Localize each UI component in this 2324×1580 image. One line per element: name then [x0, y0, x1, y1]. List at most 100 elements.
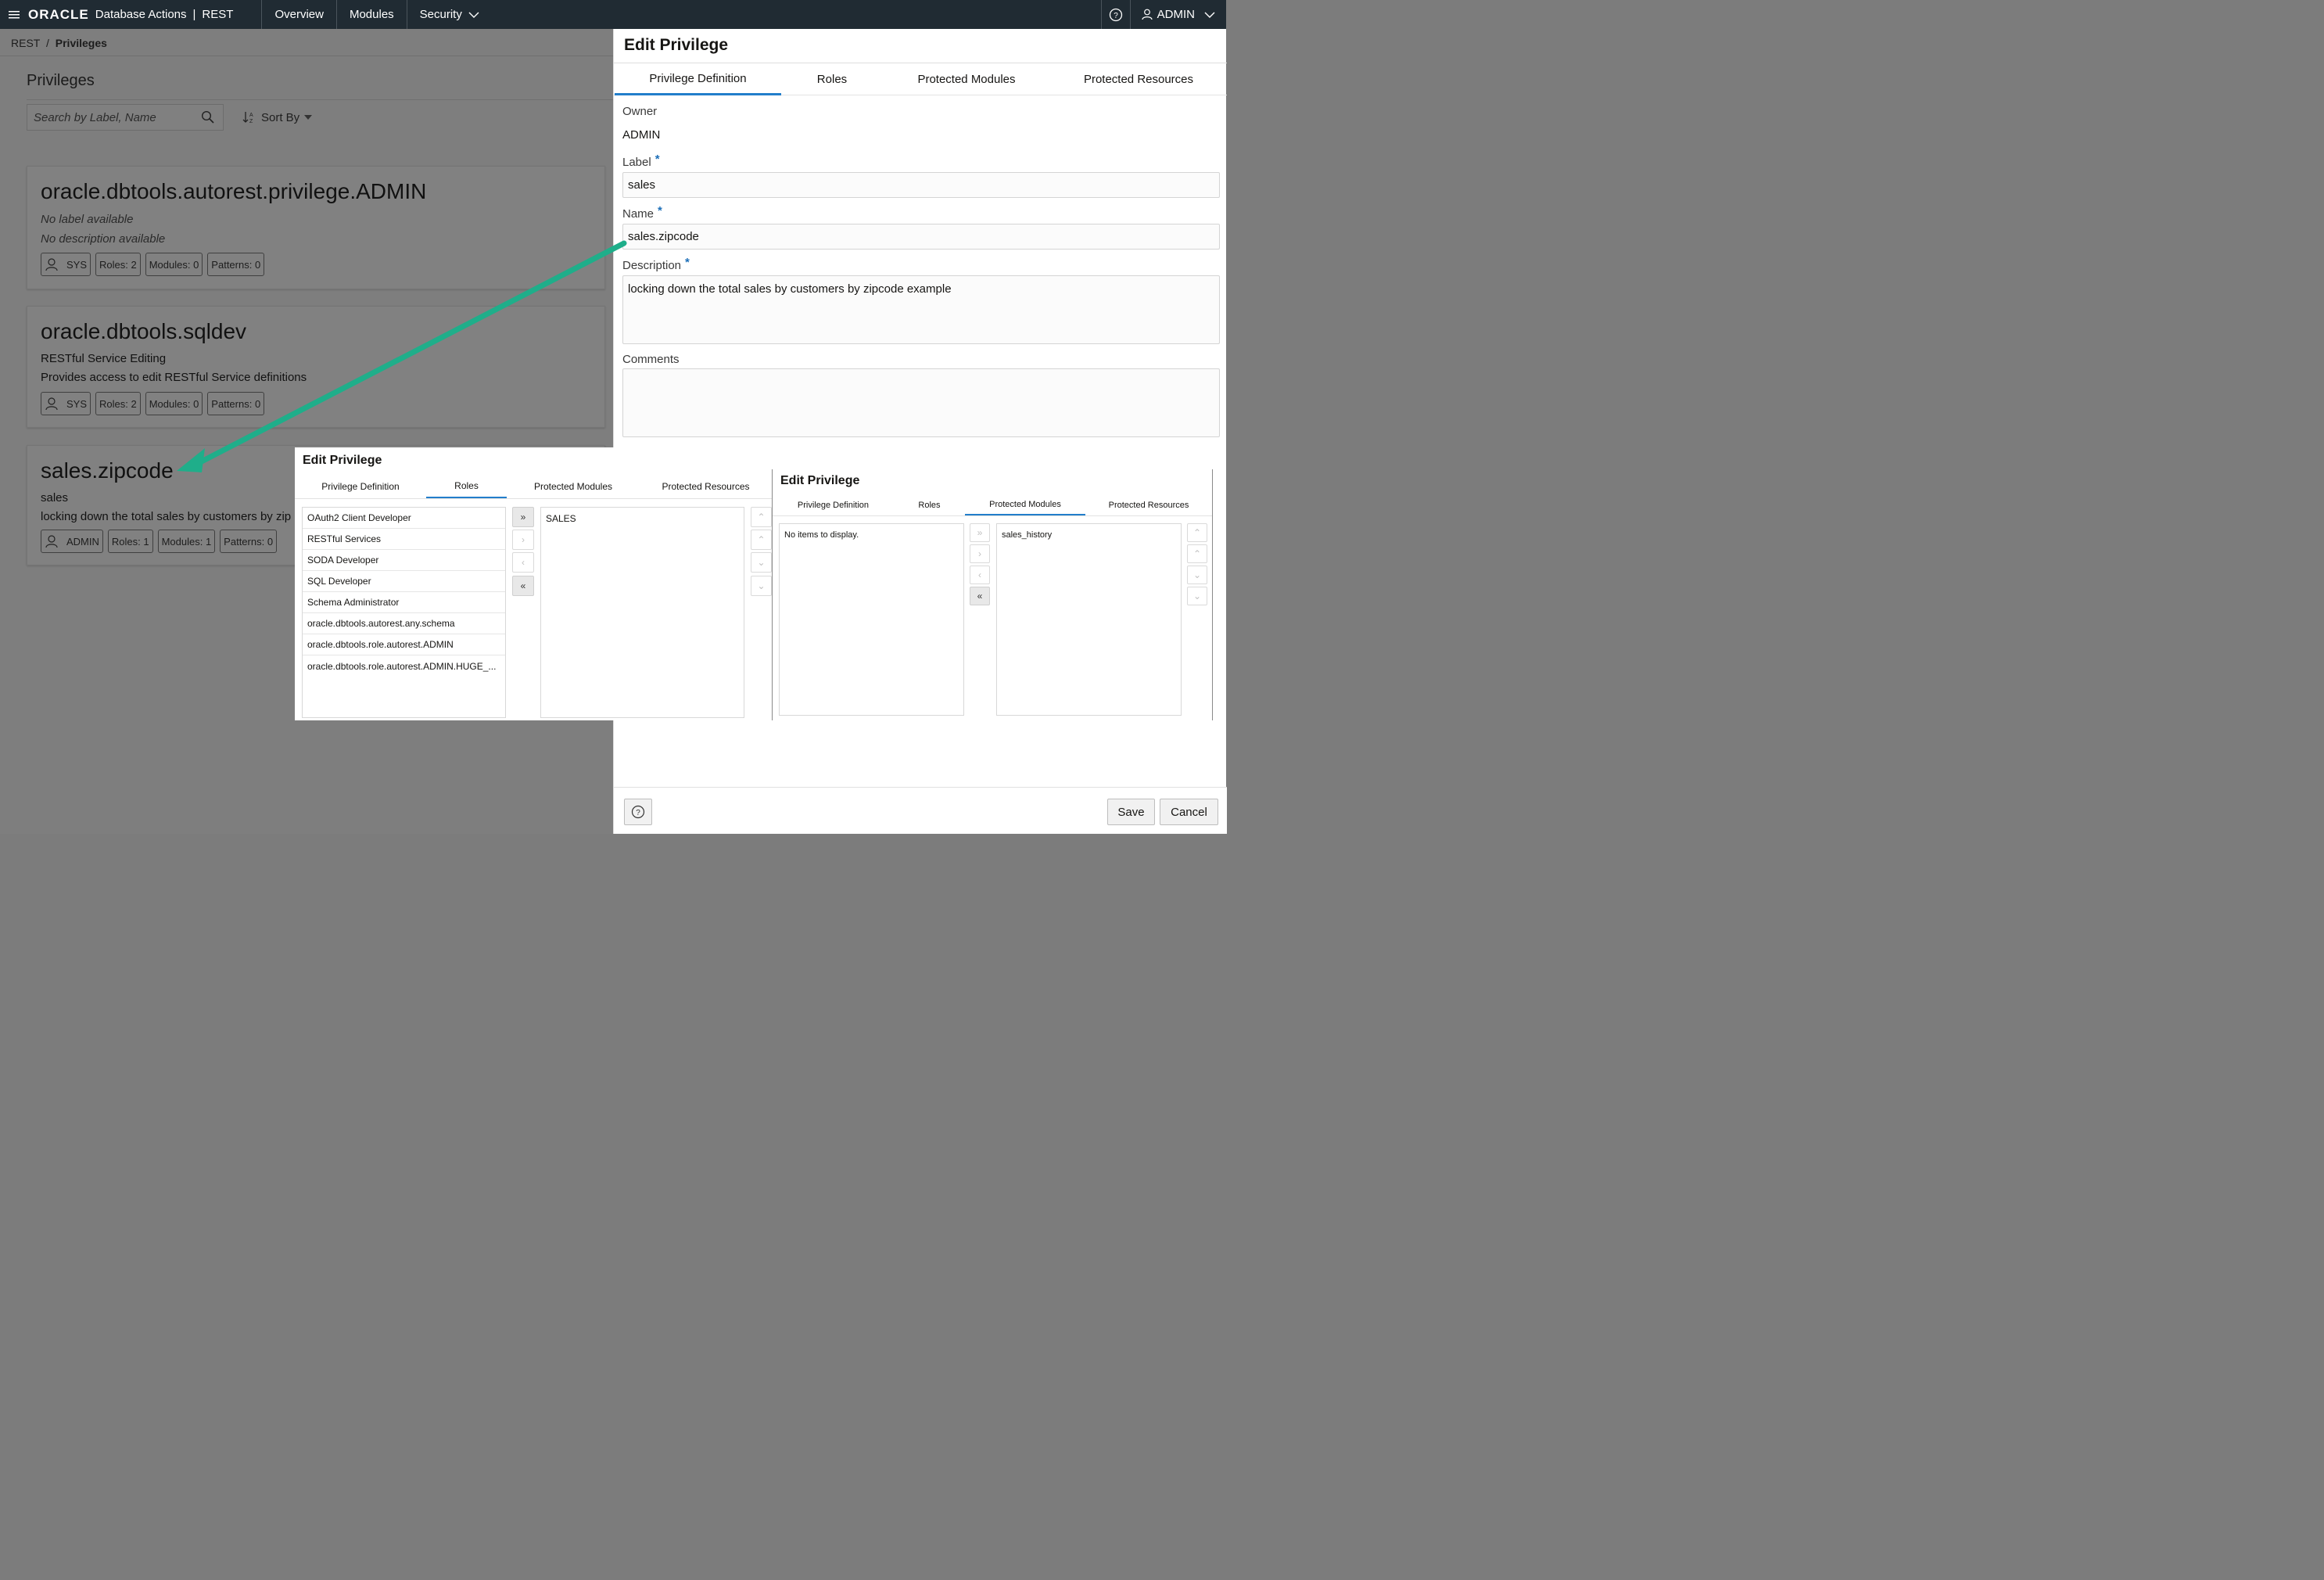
- caret-down-icon: [304, 114, 313, 120]
- move-down-button[interactable]: ⌄: [1186, 565, 1207, 584]
- nav-security[interactable]: Security: [406, 0, 492, 29]
- comments-textarea[interactable]: [622, 368, 1220, 437]
- breadcrumb-root[interactable]: REST: [11, 37, 40, 49]
- modules-dialog-screenshot: Edit Privilege Privilege Definition Role…: [771, 469, 1213, 720]
- tab-protected-modules[interactable]: Protected Modules: [883, 63, 1050, 95]
- user-name: ADMIN: [1157, 7, 1195, 21]
- list-item[interactable]: SQL Developer: [302, 571, 505, 592]
- comments-field-label: Comments: [622, 352, 680, 366]
- user-icon: [45, 535, 58, 548]
- move-all-right-button[interactable]: »: [511, 506, 534, 527]
- owner-chip: SYS: [40, 391, 91, 415]
- brand[interactable]: ORACLE Database Actions | REST: [28, 0, 261, 29]
- chevron-down-icon: [1204, 12, 1215, 18]
- selected-modules-list[interactable]: sales_history: [995, 522, 1182, 716]
- hamburger-menu-icon[interactable]: [0, 0, 28, 29]
- card-chips: ADMIN Roles: 1 Modules: 1 Patterns: 0: [40, 529, 278, 553]
- svg-text:A: A: [249, 113, 253, 118]
- label-input[interactable]: sales: [622, 171, 1220, 198]
- privilege-card[interactable]: oracle.dbtools.sqldev RESTful Service Ed…: [26, 305, 605, 428]
- move-up-button[interactable]: ⌃: [750, 529, 772, 550]
- chevron-down-icon: [468, 12, 479, 18]
- list-item[interactable]: OAuth2 Client Developer: [302, 508, 505, 529]
- list-item[interactable]: sales_history: [997, 524, 1181, 545]
- card-label: No label available: [40, 212, 134, 226]
- nav-modules[interactable]: Modules: [335, 0, 407, 29]
- move-right-button[interactable]: ›: [511, 529, 534, 550]
- tab-protected-modules[interactable]: Protected Modules: [507, 474, 640, 498]
- app-name: Database Actions: [95, 7, 187, 21]
- owner-chip: ADMIN: [40, 529, 103, 553]
- divider: [26, 99, 613, 100]
- card-description: No description available: [40, 232, 166, 246]
- label-field-label: Label *: [622, 152, 660, 169]
- move-all-left-button[interactable]: «: [511, 575, 534, 596]
- help-button[interactable]: ?: [623, 798, 652, 825]
- tab-roles[interactable]: Roles: [425, 474, 507, 498]
- list-item[interactable]: RESTful Services: [302, 529, 505, 550]
- list-item[interactable]: oracle.dbtools.autorest.any.schema: [302, 613, 505, 634]
- available-roles-list[interactable]: OAuth2 Client Developer RESTful Services…: [301, 506, 506, 718]
- move-left-button[interactable]: ‹: [511, 551, 534, 573]
- list-item[interactable]: oracle.dbtools.role.autorest.ADMIN.HUGE_…: [303, 655, 505, 677]
- list-item[interactable]: SALES: [541, 508, 744, 529]
- card-title[interactable]: oracle.dbtools.sqldev: [41, 319, 246, 344]
- owner-chip: SYS: [40, 252, 91, 276]
- card-label: sales: [40, 490, 69, 505]
- user-menu-button[interactable]: ADMIN: [1131, 0, 1226, 29]
- empty-message: No items to display.: [784, 530, 859, 540]
- tab-protected-modules[interactable]: Protected Modules: [964, 494, 1085, 515]
- move-right-button[interactable]: ›: [969, 544, 990, 563]
- list-item[interactable]: Schema Administrator: [302, 592, 505, 613]
- move-bottom-button[interactable]: ⌄: [1186, 586, 1207, 605]
- tab-roles[interactable]: Roles: [894, 494, 965, 515]
- patterns-chip: Patterns: 0: [220, 529, 278, 553]
- svg-text:?: ?: [1114, 11, 1118, 20]
- list-item[interactable]: oracle.dbtools.role.autorest.ADMIN: [302, 634, 505, 655]
- sort-by-button[interactable]: AZ Sort By: [242, 110, 313, 124]
- roles-chip: Roles: 1: [107, 529, 153, 553]
- owner-value: ADMIN: [622, 127, 661, 142]
- card-title[interactable]: oracle.dbtools.autorest.privilege.ADMIN: [41, 179, 426, 204]
- move-top-button[interactable]: ⌃: [750, 506, 772, 527]
- svg-text:?: ?: [636, 809, 640, 817]
- nav-overview[interactable]: Overview: [261, 0, 336, 29]
- move-top-button[interactable]: ⌃: [1186, 522, 1207, 542]
- tab-privilege-definition[interactable]: Privilege Definition: [614, 63, 781, 95]
- cancel-button[interactable]: Cancel: [1159, 798, 1218, 825]
- help-button[interactable]: ?: [1100, 0, 1131, 29]
- tab-privilege-definition[interactable]: Privilege Definition: [295, 474, 426, 498]
- roles-dialog-screenshot: Edit Privilege Privilege Definition Role…: [294, 447, 772, 720]
- selected-roles-list[interactable]: SALES: [540, 506, 744, 718]
- move-left-button[interactable]: ‹: [969, 565, 990, 584]
- patterns-chip: Patterns: 0: [207, 391, 265, 415]
- card-title[interactable]: sales.zipcode: [41, 458, 174, 483]
- move-up-button[interactable]: ⌃: [1186, 544, 1207, 563]
- save-button[interactable]: Save: [1106, 798, 1155, 825]
- description-textarea[interactable]: locking down the total sales by customer…: [622, 275, 1220, 344]
- tab-protected-resources[interactable]: Protected Resources: [1050, 63, 1227, 95]
- search-input[interactable]: Search by Label, Name: [26, 103, 224, 131]
- modules-chip: Modules: 0: [145, 391, 203, 415]
- move-down-button[interactable]: ⌄: [750, 551, 772, 573]
- move-bottom-button[interactable]: ⌄: [750, 575, 772, 596]
- roles-chip: Roles: 2: [95, 252, 141, 276]
- move-all-left-button[interactable]: «: [969, 586, 990, 605]
- tab-protected-resources[interactable]: Protected Resources: [640, 474, 772, 498]
- privilege-card[interactable]: oracle.dbtools.autorest.privilege.ADMIN …: [26, 165, 605, 289]
- available-modules-list[interactable]: No items to display.: [778, 522, 964, 716]
- dialog-tabs: Privilege Definition Roles Protected Mod…: [294, 474, 772, 499]
- move-all-right-button[interactable]: »: [969, 522, 990, 542]
- drawer-title: Edit Privilege: [623, 35, 729, 54]
- card-description: Provides access to edit RESTful Service …: [40, 370, 307, 384]
- search-icon[interactable]: [201, 110, 215, 124]
- owner-label: Owner: [622, 104, 658, 118]
- drawer-tabs: Privilege Definition Roles Protected Mod…: [613, 63, 1227, 95]
- required-mark: *: [685, 255, 690, 269]
- tab-protected-resources[interactable]: Protected Resources: [1085, 494, 1212, 515]
- name-input[interactable]: sales.zipcode: [622, 223, 1220, 250]
- card-label: RESTful Service Editing: [40, 351, 167, 365]
- list-item[interactable]: SODA Developer: [302, 550, 505, 571]
- tab-privilege-definition[interactable]: Privilege Definition: [773, 494, 894, 515]
- tab-roles[interactable]: Roles: [781, 63, 883, 95]
